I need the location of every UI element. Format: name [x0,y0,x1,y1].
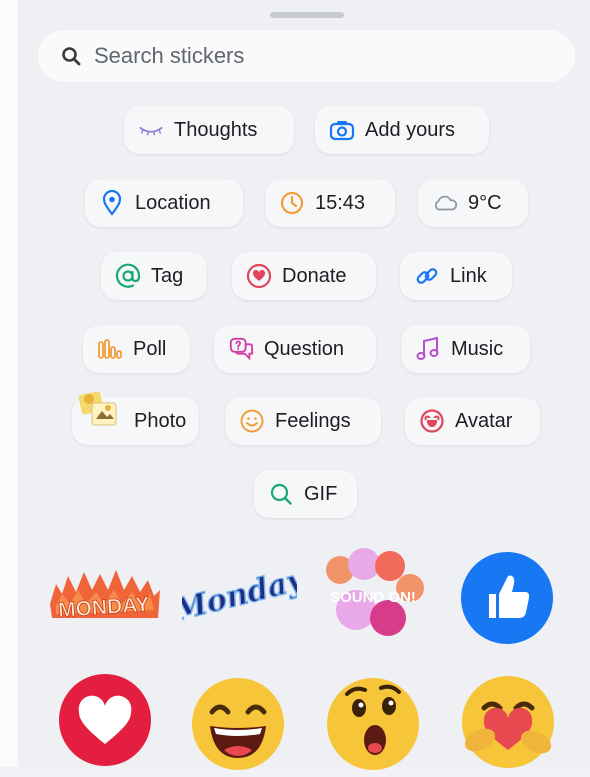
sticker-label: GIF [304,482,338,505]
sticker-music[interactable]: Music [401,325,530,373]
smiley-icon [239,408,265,434]
camera-icon [329,117,355,143]
sticker-label: Feelings [275,409,351,432]
haha-emoji-sticker[interactable] [190,676,286,770]
sticker-sound-on[interactable]: SOUND ON! [318,540,428,650]
sticker-label: Avatar [455,409,513,432]
sticker-tag[interactable]: Tag [101,252,207,300]
clock-icon [279,190,305,216]
sticker-monday-fire[interactable]: MONDAY [46,560,162,630]
sticker-thoughts[interactable]: Thoughts [124,106,294,154]
poll-bars-icon [97,336,123,362]
location-pin-icon [99,190,125,216]
sticker-poll[interactable]: Poll [83,325,190,373]
link-icon [414,263,440,289]
donate-heart-icon [246,263,272,289]
thoughts-icon [138,117,164,143]
sticker-label: Poll [133,337,167,360]
care-emoji-sticker[interactable] [460,674,556,768]
sticker-label: Photo [134,409,187,432]
search-bar[interactable]: Search stickers [38,30,575,82]
music-note-icon [415,336,441,362]
sticker-donate[interactable]: Donate [232,252,376,300]
drag-handle[interactable] [270,12,344,18]
sticker-add-yours[interactable]: Add yours [315,106,489,154]
sticker-weather[interactable]: 9°C [418,179,528,227]
sticker-label: Location [135,191,211,214]
left-edge [0,0,18,767]
heart-sticker[interactable] [57,672,153,768]
monday-script-text: Monday [182,562,297,629]
sticker-label: Music [451,337,504,360]
avatar-face-icon [419,408,445,434]
sticker-gif[interactable]: GIF [254,470,357,518]
like-sticker[interactable] [459,550,555,646]
sticker-label: Thoughts [174,118,258,141]
sticker-tray [18,0,590,767]
sticker-label: Question [264,337,345,360]
sticker-location[interactable]: Location [85,179,243,227]
sticker-label: Donate [282,264,347,287]
sticker-link[interactable]: Link [400,252,512,300]
sound-on-text: SOUND ON! [330,589,416,606]
gif-search-icon [268,481,294,507]
sticker-label: Link [450,264,487,287]
cloud-icon [432,190,458,216]
sticker-avatar[interactable]: Avatar [405,397,540,445]
sticker-monday-script[interactable]: Monday [169,555,311,630]
sticker-label: 9°C [468,191,502,214]
photo-collage-icon [78,389,124,435]
sticker-label: Tag [151,264,184,287]
at-sign-icon [115,263,141,289]
sticker-time[interactable]: 15:43 [265,179,395,227]
wow-emoji-sticker[interactable] [325,676,421,770]
sticker-label: Add yours [365,118,456,141]
sticker-question[interactable]: Question [214,325,376,373]
sticker-feelings[interactable]: Feelings [225,397,381,445]
search-icon [60,45,82,67]
sticker-label: 15:43 [315,191,366,214]
sticker-photo[interactable]: Photo [72,391,199,445]
question-bubble-icon [228,336,254,362]
search-input[interactable]: Search stickers [94,43,244,69]
